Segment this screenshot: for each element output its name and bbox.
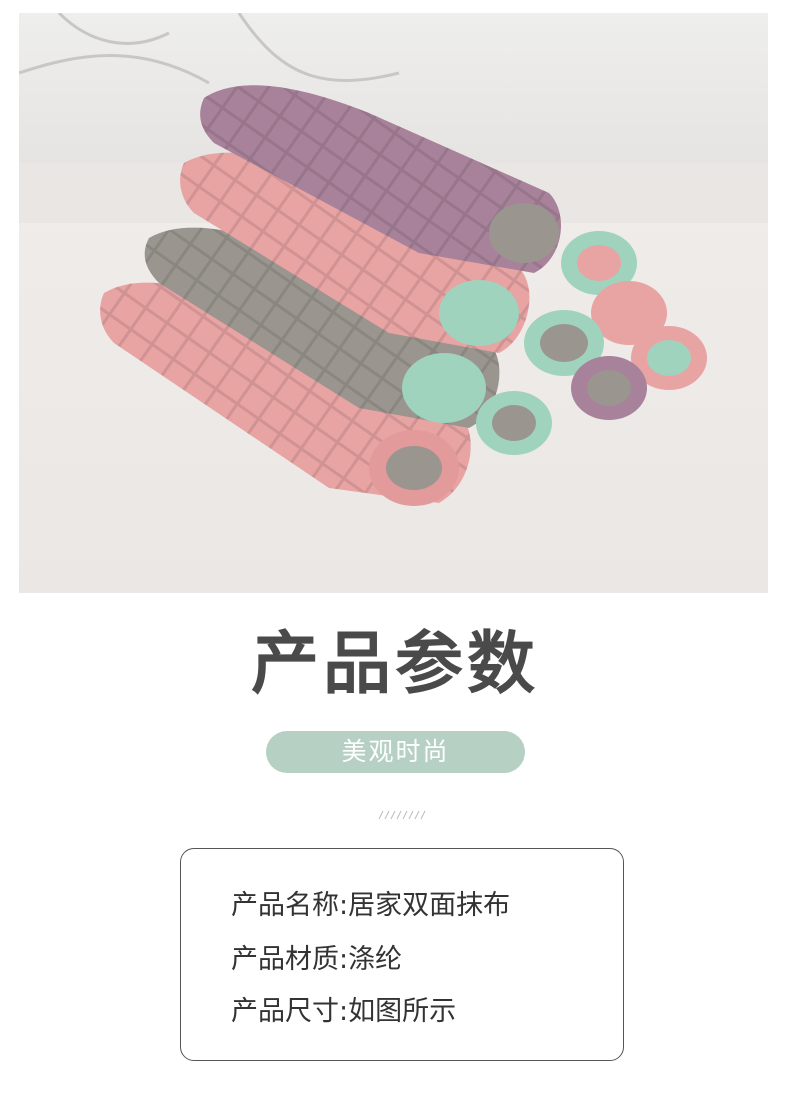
product-photo [19,13,768,593]
hatch-divider [378,810,426,820]
spec-value: 涤纶 [348,944,403,975]
spec-value: 如图所示 [348,996,457,1027]
spec-row-material: 产品材质:涤纶 [231,943,402,977]
spec-row-size: 产品尺寸:如图所示 [231,995,456,1029]
section-title: 产品参数 [250,625,539,704]
spec-label: 产品名称: [231,890,349,921]
spec-label: 产品尺寸: [231,996,349,1027]
spec-label: 产品材质: [231,944,349,975]
spec-row-name: 产品名称:居家双面抹布 [231,889,510,923]
spec-value: 居家双面抹布 [348,890,511,921]
spec-box: 产品名称:居家双面抹布 产品材质:涤纶 产品尺寸:如图所示 [180,848,624,1061]
subtitle-badge: 美观时尚 [266,731,525,773]
